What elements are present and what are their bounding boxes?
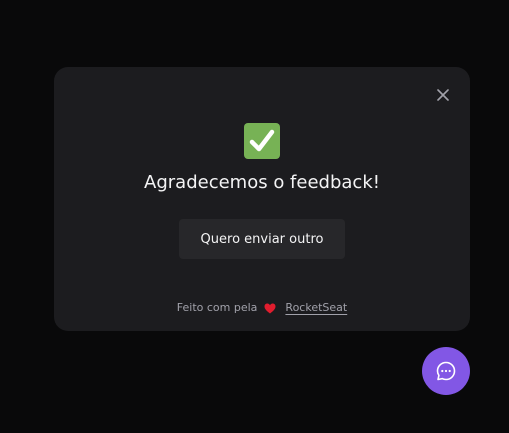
close-icon — [437, 89, 449, 101]
chat-bubble-icon — [436, 361, 456, 381]
send-another-button[interactable]: Quero enviar outro — [179, 219, 345, 259]
success-title: Agradecemos o feedback! — [144, 172, 380, 193]
feedback-card: Agradecemos o feedback! Quero enviar out… — [54, 67, 470, 331]
feedback-launcher-button[interactable] — [422, 347, 470, 395]
rocketseat-link[interactable]: RocketSeat — [285, 300, 347, 316]
heart-icon — [264, 303, 276, 314]
check-mark-icon — [244, 123, 280, 159]
page: Agradecemos o feedback! Quero enviar out… — [0, 0, 509, 433]
footer: Feito com pela RocketSeat — [54, 300, 470, 316]
close-button[interactable] — [432, 84, 454, 106]
footer-text: Feito com pela — [176, 301, 258, 314]
